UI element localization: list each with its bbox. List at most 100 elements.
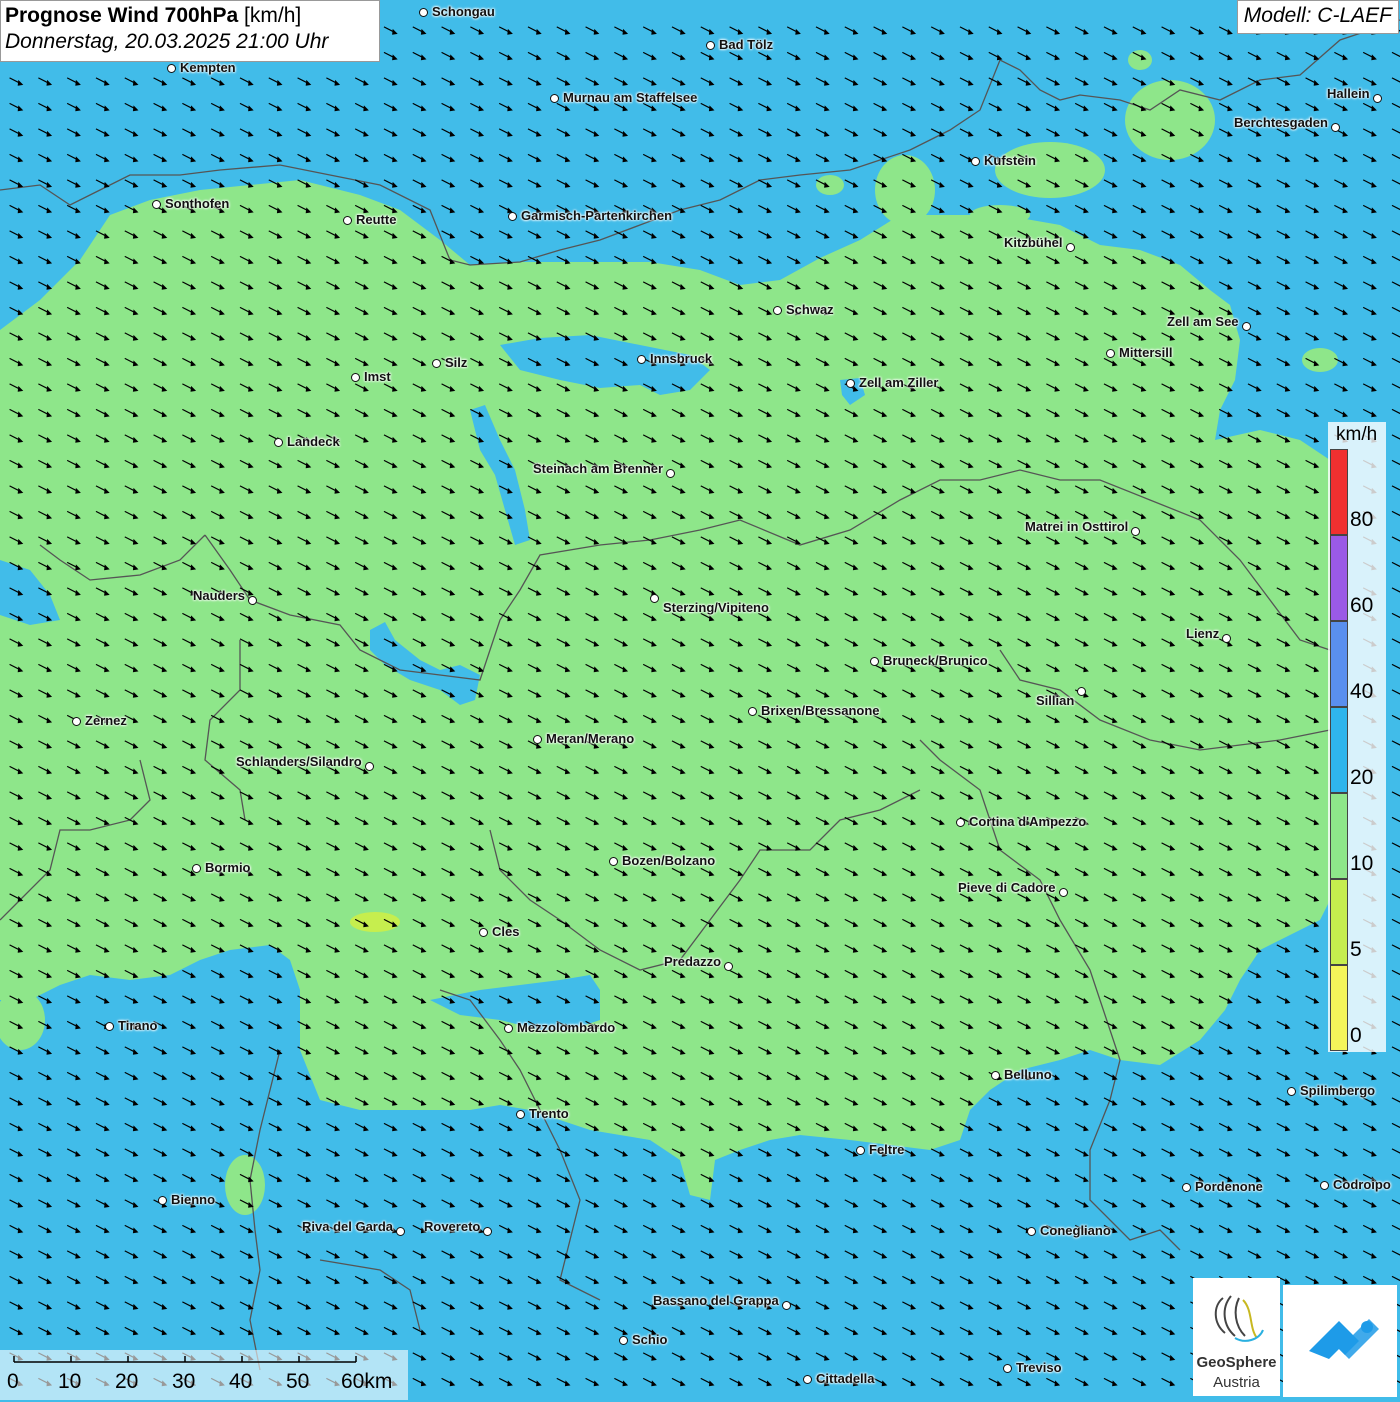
city-marker (971, 157, 980, 166)
wind-arrow (1073, 26, 1091, 37)
wind-arrow (353, 842, 371, 853)
wind-arrow (756, 1377, 774, 1389)
city-label: Tirano (118, 1018, 158, 1033)
wind-arrow (1389, 1199, 1400, 1210)
wind-arrow (410, 867, 428, 879)
geosphere-logo[interactable]: GeoSphere Austria (1193, 1278, 1280, 1396)
wind-arrow (266, 995, 284, 1006)
wind-arrow (65, 842, 83, 853)
wind-arrow (1303, 153, 1321, 165)
wind-arrow (266, 128, 284, 139)
wind-arrow (439, 1122, 457, 1134)
wind-arrow (1188, 740, 1206, 751)
wind-arrow (1303, 51, 1321, 63)
wind-arrow (785, 765, 803, 777)
wind-arrow (36, 689, 54, 700)
wind-arrow (36, 867, 54, 879)
wind-arrow (957, 510, 976, 522)
wind-arrow (1389, 689, 1400, 700)
wind-arrow (7, 1199, 25, 1210)
wind-arrow (842, 1173, 860, 1185)
city-label: Mezzolombardo (517, 1020, 616, 1035)
wind-arrow (669, 918, 688, 930)
wind-arrow (1245, 102, 1264, 114)
wind-arrow (1274, 255, 1292, 267)
wind-arrow (813, 459, 832, 471)
wind-arrow (612, 408, 630, 420)
wind-arrow (1217, 51, 1235, 63)
wind-arrow (324, 791, 342, 802)
wind-arrow (439, 281, 457, 292)
wind-arrow (698, 893, 716, 904)
wind-arrow (871, 638, 889, 649)
wind-arrow (1159, 434, 1177, 445)
wind-arrow (93, 612, 112, 624)
wind-arrow (669, 587, 688, 598)
wind-arrow (957, 689, 976, 700)
wind-arrow (1245, 459, 1264, 471)
wind-arrow (65, 1326, 83, 1338)
city-marker (666, 469, 675, 478)
wind-arrow (36, 459, 54, 471)
wind-arrow (986, 255, 1004, 267)
wind-arrow (929, 867, 947, 879)
wind-arrow (439, 740, 457, 751)
wind-arrow (871, 357, 889, 369)
wind-arrow (1245, 281, 1264, 292)
wind-arrow (151, 1275, 169, 1287)
wind-arrow (122, 944, 140, 955)
wind-arrow (266, 612, 284, 624)
wind-arrow (842, 510, 860, 522)
wind-arrow (1245, 1224, 1264, 1236)
wind-arrow (871, 1097, 889, 1108)
wind-arrow (65, 1122, 83, 1134)
app-logo[interactable] (1283, 1285, 1397, 1397)
wind-arrow (353, 740, 371, 751)
wind-arrow (266, 536, 284, 547)
wind-arrow (497, 128, 515, 139)
wind-arrow (986, 1301, 1004, 1312)
wind-arrow (1188, 587, 1206, 598)
wind-arrow (1217, 204, 1235, 216)
wind-arrow (36, 255, 54, 267)
city-label: Silz (445, 355, 468, 370)
wind-arrow (525, 893, 544, 904)
wind-arrow (295, 714, 313, 726)
wind-arrow (180, 153, 198, 165)
wind-arrow (266, 102, 284, 114)
wind-arrow (410, 51, 428, 63)
city-label: Sonthofen (165, 196, 230, 211)
wind-arrow (1101, 765, 1120, 777)
wind-arrow (468, 255, 486, 267)
wind-arrow (410, 383, 428, 394)
wind-arrow (1188, 510, 1206, 522)
wind-arrow (122, 765, 140, 777)
wind-arrow (612, 77, 630, 88)
wind-arrow (756, 51, 774, 63)
wind-arrow (554, 1352, 572, 1363)
wind-arrow (785, 536, 803, 547)
wind-arrow (525, 26, 544, 37)
wind-arrow (410, 1326, 428, 1338)
wind-arrow (871, 561, 889, 573)
wind-arrow (1389, 128, 1400, 139)
wind-arrow (554, 1199, 572, 1210)
wind-arrow (468, 612, 486, 624)
wind-arrow (785, 102, 803, 114)
city-label: Riva del Garda (302, 1219, 394, 1234)
wind-arrow (209, 1122, 227, 1134)
wind-arrow (324, 587, 342, 598)
city-marker (1131, 527, 1140, 536)
wind-arrow (813, 944, 832, 955)
wind-arrow (929, 587, 947, 598)
wind-arrow (525, 1046, 544, 1057)
wind-arrow (439, 791, 457, 802)
wind-arrow (1044, 1301, 1062, 1312)
wind-arrow (381, 485, 400, 496)
wind-arrow (93, 383, 112, 394)
wind-arrow (93, 1224, 112, 1236)
wind-arrow (525, 816, 544, 828)
wind-arrow (295, 1046, 313, 1057)
wind-arrow (324, 1275, 342, 1287)
wind-arrow (1044, 102, 1062, 114)
